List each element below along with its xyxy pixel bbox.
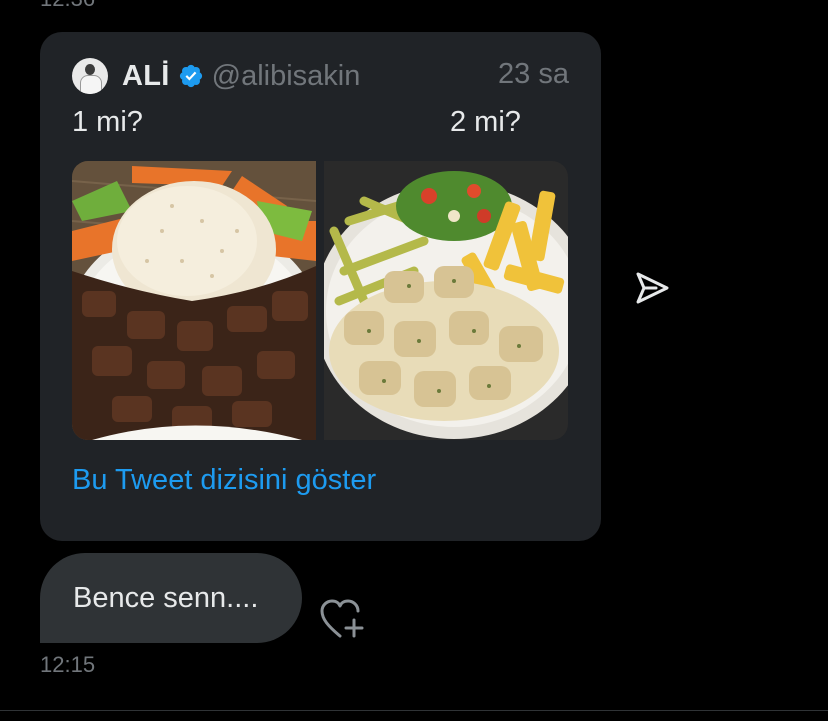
author-handle[interactable]: @alibisakin (212, 60, 361, 93)
verified-badge-icon (179, 64, 202, 88)
show-thread-link[interactable]: Bu Tweet dizisini göster (72, 464, 376, 497)
previous-message-time: 12:36 (40, 0, 95, 12)
message-bubble[interactable]: Bence senn.... (40, 553, 302, 643)
message-timestamp: 12:15 (40, 652, 96, 677)
avatar[interactable] (72, 58, 108, 94)
share-send-icon[interactable] (632, 268, 672, 308)
photo-chicken-and-fries[interactable] (324, 161, 568, 440)
author-name[interactable]: ALİ (122, 60, 170, 93)
divider (0, 710, 828, 711)
tweet-header: ALİ @alibisakin (72, 56, 572, 96)
tweet-text-option-1: 1 mi? (72, 106, 143, 138)
heart-plus-icon[interactable] (318, 596, 366, 640)
tweet-media-grid (72, 161, 568, 440)
tweet-timestamp: 23 sa (498, 58, 569, 90)
message-text: Bence senn.... (73, 581, 259, 614)
dm-conversation-screen: 12:36 ALİ @alibisakin 23 sa 1 mi? 2 mi? (0, 0, 828, 721)
tweet-text-option-2: 2 mi? (450, 106, 521, 138)
photo-rice-and-meat[interactable] (72, 161, 316, 440)
quoted-tweet-card[interactable]: ALİ @alibisakin 23 sa 1 mi? 2 mi? Bu Twe… (40, 32, 601, 541)
